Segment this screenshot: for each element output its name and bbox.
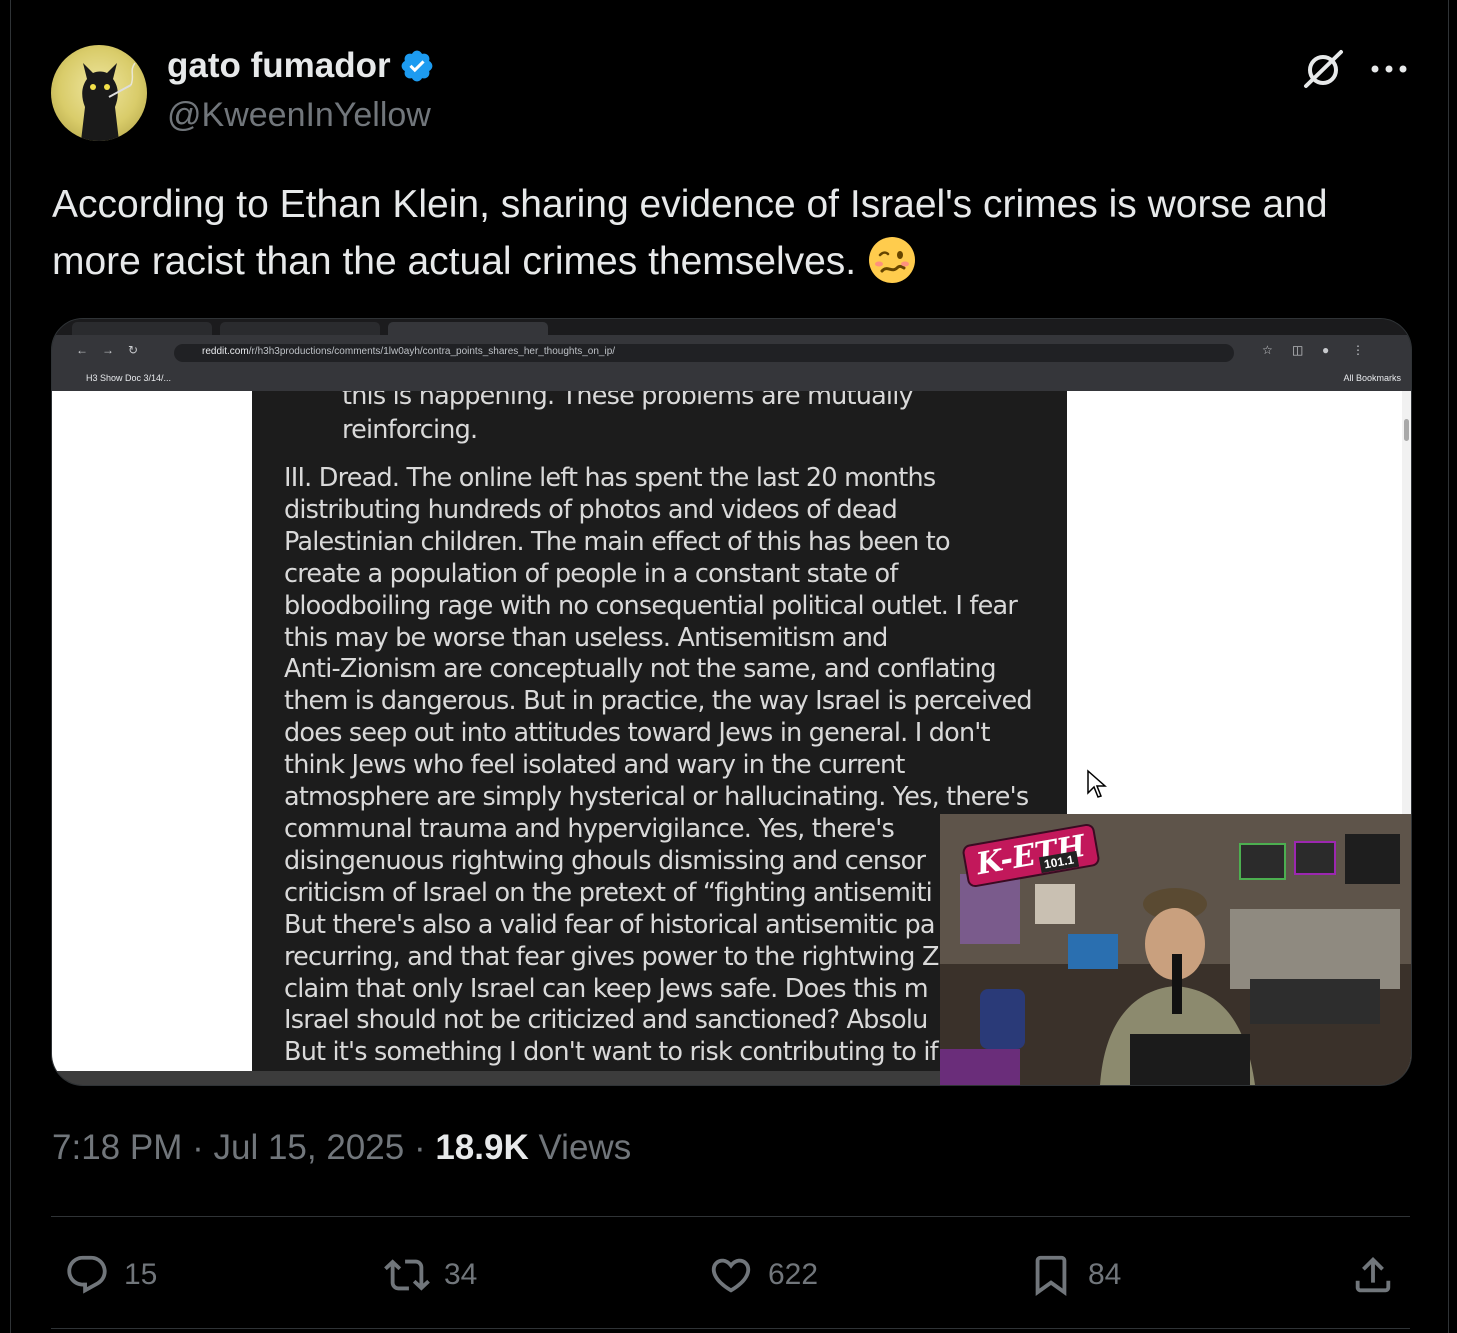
tweet-body: According to Ethan Klein, sharing eviden… [52, 183, 1328, 283]
repost-count: 34 [444, 1258, 478, 1291]
mouse-cursor-icon [1087, 769, 1107, 798]
doc-line: think Jews who feel isolated and wary in… [284, 750, 905, 781]
separator-dot: · [192, 1128, 214, 1167]
doc-line: atmosphere are simply hysterical or hall… [284, 782, 1029, 813]
browser-toolbar: ← → ↻ reddit.com/r/h3h3productions/comme… [52, 335, 1411, 369]
frame-border-left [10, 0, 11, 1333]
extension-icon[interactable]: ◫ [1292, 343, 1303, 357]
browser-tab[interactable] [220, 322, 380, 335]
grok-icon[interactable] [1302, 48, 1344, 90]
like-button[interactable]: 622 [708, 1250, 818, 1300]
browser-tab-active[interactable] [388, 322, 548, 335]
doc-line: Anti-Zionism are conceptually not the sa… [284, 654, 997, 685]
bookmark-icon [1035, 1255, 1067, 1296]
verified-badge-icon[interactable] [399, 48, 435, 84]
doc-line: But there's also a valid fear of histori… [284, 909, 936, 940]
url-host: reddit.com [202, 346, 249, 357]
doc-line: disingenuous rightwing ghouls dismissing… [284, 845, 926, 876]
tweet-text: According to Ethan Klein, sharing eviden… [52, 176, 1392, 290]
author-name-row[interactable]: gato fumador [167, 46, 435, 86]
profile-icon[interactable]: ● [1322, 343, 1329, 357]
views-count[interactable]: 18.9K [435, 1128, 528, 1167]
browser-tabstrip [52, 319, 1411, 335]
repost-button[interactable]: 34 [384, 1250, 477, 1300]
all-bookmarks[interactable]: All Bookmarks [1343, 373, 1401, 383]
doc-line: III. Dread. The online left has spent th… [284, 463, 936, 493]
document-paragraph-2: III. Dread. The online left has spent th… [284, 463, 1033, 1069]
url-text[interactable]: reddit.com/r/h3h3productions/comments/1l… [202, 346, 615, 357]
cat-avatar-icon [81, 62, 136, 141]
browser-menu-icon[interactable]: ⋮ [1352, 343, 1364, 357]
doc-line: reinforcing. [342, 415, 478, 445]
divider [51, 1216, 1410, 1217]
url-path: /r/h3h3productions/comments/1lw0ayh/cont… [248, 346, 616, 357]
share-icon [1355, 1256, 1391, 1293]
bookmark-button[interactable]: 84 [1028, 1250, 1121, 1300]
reply-count: 15 [124, 1258, 158, 1291]
display-name[interactable]: gato fumador [167, 46, 391, 86]
back-icon[interactable]: ← [76, 343, 88, 357]
bookmark-count: 84 [1088, 1258, 1122, 1291]
woozy-face-emoji-icon [869, 237, 915, 283]
forward-icon[interactable]: → [102, 343, 114, 357]
repost-icon [384, 1259, 430, 1291]
doc-line: communal trauma and hypervigilance. Yes,… [284, 813, 895, 844]
share-button[interactable] [1350, 1250, 1396, 1300]
webcam-overlay: K-ETH 101.1 [940, 814, 1411, 1085]
doc-line: bloodboiling rage with no consequential … [284, 590, 1018, 621]
divider [51, 1328, 1410, 1329]
reply-button[interactable]: 15 [64, 1250, 157, 1300]
doc-line: claim that only Israel can keep Jews saf… [284, 973, 929, 1004]
more-options-icon[interactable] [1369, 54, 1409, 84]
doc-line: does seep out into attitudes toward Jews… [284, 718, 991, 749]
doc-line: this may be worse than useless. Antisemi… [284, 622, 888, 653]
frame-border-right [1448, 0, 1449, 1333]
tweet-time[interactable]: 7:18 PM [52, 1128, 182, 1167]
extensions-icon[interactable]: ☆ [1262, 343, 1273, 357]
tweet-date[interactable]: Jul 15, 2025 [213, 1128, 404, 1167]
doc-line: Israel should not be criticized and sanc… [284, 1005, 928, 1036]
like-count: 622 [768, 1258, 819, 1291]
tweet-meta: 7:18 PM · Jul 15, 2025 · 18.9K Views [52, 1128, 631, 1168]
reload-icon[interactable]: ↻ [128, 343, 138, 357]
heart-icon [711, 1258, 751, 1293]
doc-line: them is dangerous. But in practice, the … [284, 686, 1033, 717]
doc-line: create a population of people in a const… [284, 558, 898, 589]
doc-line: recurring, and that fear gives power to … [284, 941, 946, 972]
views-label: Views [538, 1128, 632, 1167]
document-paragraph-1: this is happening. These problems are mu… [342, 391, 914, 447]
doc-line: criticism of Israel on the pretext of “f… [284, 877, 933, 908]
tweet-media[interactable]: ← → ↻ reddit.com/r/h3h3productions/comme… [51, 318, 1412, 1086]
doc-line: Palestinian children. The main effect of… [284, 526, 951, 557]
bookmark-item[interactable]: H3 Show Doc 3/14/... [86, 373, 171, 383]
doc-line: But it's something I don't want to risk … [284, 1037, 939, 1068]
avatar[interactable] [51, 45, 147, 141]
doc-line: this is happening. These problems are mu… [342, 391, 914, 411]
separator-dot: · [413, 1128, 436, 1167]
address-bar[interactable]: reddit.com/r/h3h3productions/comments/1l… [174, 344, 1234, 362]
doc-line: distributing hundreds of photos and vide… [284, 494, 898, 525]
bookmarks-bar: H3 Show Doc 3/14/... All Bookmarks [52, 369, 1411, 391]
reply-icon [67, 1255, 107, 1294]
browser-tab[interactable] [72, 322, 212, 335]
scroll-thumb[interactable] [1404, 419, 1409, 441]
author-handle[interactable]: @KweenInYellow [167, 96, 431, 135]
